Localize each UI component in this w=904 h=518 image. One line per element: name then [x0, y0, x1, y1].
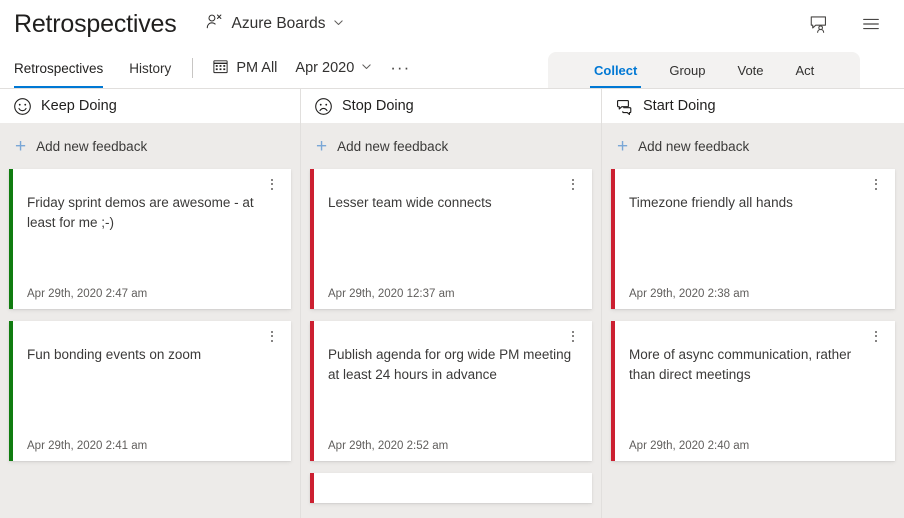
plus-icon: + — [316, 137, 327, 156]
card-spacer — [629, 385, 881, 430]
feedback-card-timestamp: Apr 29th, 2020 2:41 am — [27, 440, 277, 452]
stage-tab-label: Collect — [594, 63, 637, 78]
column-stop-doing: Stop Doing + Add new feedback Lesser tea… — [301, 89, 602, 518]
card-menu-icon[interactable] — [263, 327, 281, 345]
period-selector[interactable]: Apr 2020 — [286, 53, 381, 83]
stage-tab-group[interactable]: Group — [653, 52, 721, 88]
stage-tab-collect[interactable]: Collect — [578, 52, 653, 88]
feedback-card-timestamp: Apr 29th, 2020 2:47 am — [27, 288, 277, 300]
chevron-down-icon — [361, 60, 372, 76]
feedback-card-partial[interactable] — [310, 473, 592, 503]
person-add-icon — [205, 12, 224, 36]
card-menu-icon[interactable] — [564, 175, 582, 193]
stage-tab-vote[interactable]: Vote — [721, 52, 779, 88]
column-title: Stop Doing — [342, 98, 414, 114]
nav-tab-retrospectives[interactable]: Retrospectives — [0, 48, 116, 88]
team-name-label: PM All — [236, 60, 277, 76]
card-spacer — [27, 233, 277, 278]
column-header: Start Doing — [602, 89, 904, 123]
project-name-label: Azure Boards — [232, 15, 326, 33]
feedback-card[interactable]: Friday sprint demos are awesome - at lea… — [9, 169, 291, 309]
nav-tab-list: Retrospectives History — [0, 48, 184, 88]
feedback-card[interactable]: Lesser team wide connects Apr 29th, 2020… — [310, 169, 592, 309]
plus-icon: + — [617, 137, 628, 156]
feedback-card-timestamp: Apr 29th, 2020 2:52 am — [328, 440, 578, 452]
feedback-card-timestamp: Apr 29th, 2020 2:38 am — [629, 288, 881, 300]
team-grid-icon — [212, 58, 229, 79]
stage-tab-label: Group — [669, 63, 705, 78]
feedback-card-text: Friday sprint demos are awesome - at lea… — [27, 193, 277, 233]
stage-tab-label: Act — [796, 63, 815, 78]
add-new-feedback-label: Add new feedback — [638, 139, 749, 154]
stage-tab-act[interactable]: Act — [780, 52, 831, 88]
feedback-card-text: More of async communication, rather than… — [629, 345, 881, 385]
chat-bubbles-icon — [615, 97, 634, 116]
feedback-card[interactable]: Fun bonding events on zoom Apr 29th, 202… — [9, 321, 291, 461]
page-title: Retrospectives — [14, 12, 177, 37]
card-spacer — [328, 213, 578, 278]
feedback-card[interactable]: Timezone friendly all hands Apr 29th, 20… — [611, 169, 895, 309]
feedback-card-text: Timezone friendly all hands — [629, 193, 881, 213]
more-options-icon: ··· — [390, 63, 410, 73]
card-menu-icon[interactable] — [867, 327, 885, 345]
nav-tab-label: Retrospectives — [14, 61, 103, 76]
feedback-card-timestamp: Apr 29th, 2020 12:37 am — [328, 288, 578, 300]
feedback-card[interactable]: More of async communication, rather than… — [611, 321, 895, 461]
retrospective-board: Keep Doing + Add new feedback Friday spr… — [0, 89, 904, 518]
add-new-feedback-label: Add new feedback — [36, 139, 147, 154]
period-label: Apr 2020 — [295, 60, 354, 76]
smiley-sad-icon — [314, 97, 333, 116]
column-body: + Add new feedback Friday sprint demos a… — [0, 123, 300, 518]
card-menu-icon[interactable] — [867, 175, 885, 193]
card-spacer — [328, 385, 578, 430]
card-menu-icon[interactable] — [564, 327, 582, 345]
feedback-card-text: Lesser team wide connects — [328, 193, 578, 213]
column-title: Keep Doing — [41, 98, 117, 114]
card-spacer — [629, 213, 881, 278]
stage-tab-strip: Collect Group Vote Act — [548, 52, 860, 88]
feedback-card-text: Fun bonding events on zoom — [27, 345, 277, 365]
hamburger-menu-icon[interactable] — [858, 11, 884, 37]
top-header-bar: Retrospectives Azure Boards — [0, 0, 904, 48]
card-menu-icon[interactable] — [263, 175, 281, 193]
column-start-doing: Start Doing + Add new feedback Timezone … — [602, 89, 904, 518]
header-actions — [806, 11, 884, 37]
add-new-feedback-label: Add new feedback — [337, 139, 448, 154]
add-new-feedback-button[interactable]: + Add new feedback — [310, 123, 592, 169]
feedback-card-timestamp: Apr 29th, 2020 2:40 am — [629, 440, 881, 452]
column-keep-doing: Keep Doing + Add new feedback Friday spr… — [0, 89, 301, 518]
stage-tab-label: Vote — [737, 63, 763, 78]
toolbar-divider — [192, 58, 193, 78]
team-selector[interactable]: PM All — [203, 53, 286, 83]
plus-icon: + — [15, 137, 26, 156]
column-body: + Add new feedback Lesser team wide conn… — [301, 123, 601, 518]
command-toolbar: PM All Apr 2020 ··· — [203, 48, 419, 88]
smiley-happy-icon — [13, 97, 32, 116]
give-feedback-icon[interactable] — [806, 11, 832, 37]
feedback-card[interactable]: Publish agenda for org wide PM meeting a… — [310, 321, 592, 461]
project-selector[interactable]: Azure Boards — [201, 9, 349, 39]
more-options-button[interactable]: ··· — [381, 53, 419, 83]
chevron-down-icon — [333, 15, 344, 33]
add-new-feedback-button[interactable]: + Add new feedback — [611, 123, 895, 169]
feedback-card-text: Publish agenda for org wide PM meeting a… — [328, 345, 578, 385]
nav-tab-label: History — [129, 61, 171, 76]
card-spacer — [27, 365, 277, 430]
column-header: Keep Doing — [0, 89, 300, 123]
add-new-feedback-button[interactable]: + Add new feedback — [9, 123, 291, 169]
column-body: + Add new feedback Timezone friendly all… — [602, 123, 904, 518]
column-title: Start Doing — [643, 98, 716, 114]
nav-tab-history[interactable]: History — [116, 48, 184, 88]
retrospectives-app: Retrospectives Azure Boards — [0, 0, 904, 518]
column-header: Stop Doing — [301, 89, 601, 123]
